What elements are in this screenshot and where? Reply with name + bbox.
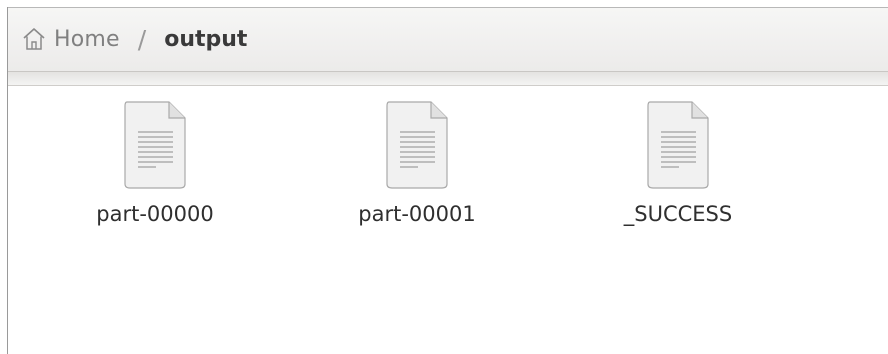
file-manager-window: Home / output part-00000 part-00001 _SUC… <box>0 0 888 354</box>
file-item-part-00000[interactable]: part-00000 <box>75 100 235 240</box>
file-name: part-00000 <box>96 202 214 226</box>
text-file-icon <box>124 101 186 189</box>
breadcrumb: Home / output <box>22 21 247 57</box>
file-item-success[interactable]: _SUCCESS <box>598 100 758 240</box>
breadcrumb-separator: / <box>137 24 147 54</box>
breadcrumb-current-label: output <box>164 26 248 52</box>
file-view[interactable]: part-00000 part-00001 _SUCCESS <box>8 86 888 354</box>
toolbar-separator <box>8 72 888 86</box>
text-file-icon <box>386 101 448 189</box>
text-file-icon <box>647 101 709 189</box>
file-name: part-00001 <box>358 202 476 226</box>
file-item-part-00001[interactable]: part-00001 <box>337 100 497 240</box>
breadcrumb-home-label: Home <box>54 26 120 52</box>
breadcrumb-home[interactable]: Home <box>22 26 120 52</box>
file-name: _SUCCESS <box>623 202 733 226</box>
home-icon <box>23 28 45 50</box>
breadcrumb-output[interactable]: output <box>164 27 247 52</box>
